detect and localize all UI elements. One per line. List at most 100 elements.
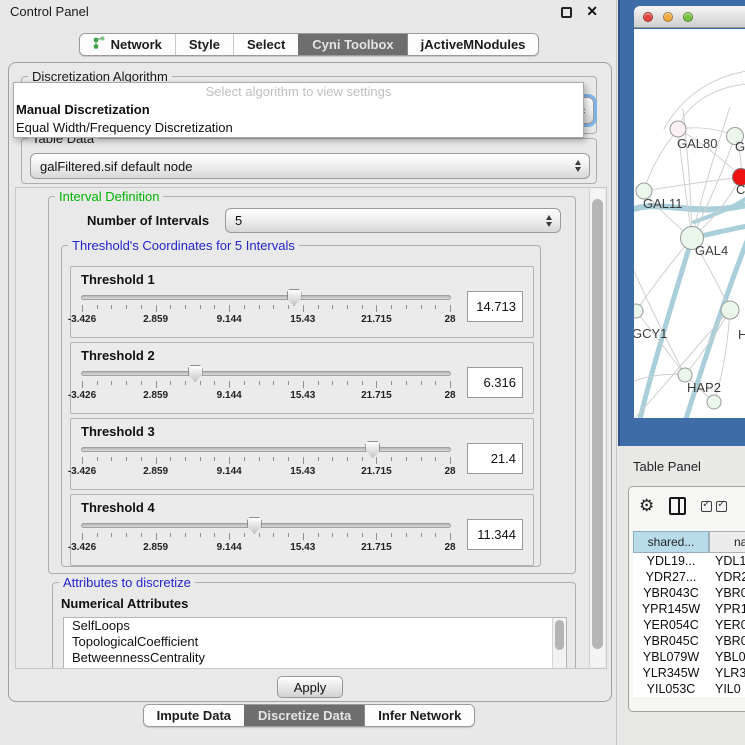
- attribute-item-topologicalcoefficient[interactable]: TopologicalCoefficient: [64, 634, 566, 650]
- table-panel: ⚙ shared...na YDL19...YDL1YDR27...YDR2YB…: [628, 486, 745, 712]
- network-window-titlebar[interactable]: [634, 6, 745, 28]
- network-edge[interactable]: [692, 107, 730, 238]
- network-edge[interactable]: [636, 238, 692, 311]
- node-label-gal4: GAL4: [695, 243, 728, 258]
- tick-label: 9.144: [217, 314, 242, 325]
- network-icon: [93, 36, 106, 53]
- column-header-na[interactable]: na: [709, 531, 745, 553]
- tab-discretize-data[interactable]: Discretize Data: [244, 705, 364, 726]
- number-of-intervals-combobox[interactable]: 5: [225, 208, 561, 233]
- table-row[interactable]: YBL079WYBL0: [633, 649, 745, 665]
- threshold-label: Threshold 3: [81, 424, 533, 439]
- list-scrollbar[interactable]: [552, 618, 566, 669]
- tab-style[interactable]: Style: [175, 34, 233, 55]
- table-row[interactable]: YDL19...YDL1: [633, 553, 745, 569]
- threshold-value-field-4[interactable]: 11.344: [467, 519, 523, 550]
- threshold-slider-2[interactable]: -3.4262.8599.14415.4321.71528: [81, 364, 451, 404]
- table-row[interactable]: YBR045CYBR0: [633, 633, 745, 649]
- tab-label: jActiveMNodules: [421, 37, 526, 52]
- column-header-shared[interactable]: shared...: [633, 531, 709, 553]
- tab-select[interactable]: Select: [233, 34, 298, 55]
- float-icon[interactable]: [561, 7, 572, 18]
- screen: Control Panel ✕ NetworkStyleSelectCyni T…: [0, 0, 745, 745]
- threshold-value-field-3[interactable]: 21.4: [467, 443, 523, 474]
- network-edge[interactable]: [634, 374, 685, 381]
- algorithm-option-equal-width-frequency-discretization[interactable]: Equal Width/Frequency Discretization: [14, 119, 583, 137]
- tick-label: 21.715: [361, 542, 392, 553]
- node-label-hap2: HAP2: [687, 380, 721, 395]
- network-node[interactable]: [721, 301, 739, 319]
- cell-name: YBR0: [709, 633, 745, 649]
- zoom-button[interactable]: [683, 12, 693, 22]
- network-edge[interactable]: [644, 129, 678, 191]
- tab-impute-data[interactable]: Impute Data: [144, 705, 244, 726]
- network-edge[interactable]: [692, 136, 735, 238]
- table-row[interactable]: YDR27...YDR2: [633, 569, 745, 585]
- network-edge[interactable]: [636, 311, 685, 375]
- network-edge[interactable]: [664, 71, 745, 129]
- table-row[interactable]: YIL053CYIL0: [633, 681, 745, 697]
- network-edge[interactable]: [678, 84, 745, 129]
- threshold-slider-3[interactable]: -3.4262.8599.14415.4321.71528: [81, 440, 451, 480]
- minimize-button[interactable]: [663, 12, 673, 22]
- tick-label: 2.859: [143, 390, 168, 401]
- node-label-gal11: GAL11: [643, 196, 683, 211]
- slider-track[interactable]: [81, 447, 451, 452]
- threshold-slider-4[interactable]: -3.4262.8599.14415.4321.71528: [81, 516, 451, 556]
- table-toolbar: ⚙: [639, 494, 727, 518]
- attributes-group: Attributes to discretize Numerical Attri…: [52, 582, 576, 669]
- table-row[interactable]: YPR145WYPR1: [633, 601, 745, 617]
- network-edge[interactable]: [644, 177, 741, 191]
- close-icon[interactable]: ✕: [586, 3, 598, 20]
- popup-hint: Select algorithm to view settings: [14, 83, 583, 101]
- threshold-slider-1[interactable]: -3.4262.8599.14415.4321.71528: [81, 288, 451, 328]
- slider-thumb[interactable]: [365, 441, 380, 458]
- checkbox-icon[interactable]: [716, 501, 727, 512]
- network-node[interactable]: [634, 304, 643, 318]
- vertical-scrollbar-thumb[interactable]: [592, 199, 603, 649]
- threshold-value-field-2[interactable]: 6.316: [467, 367, 523, 398]
- tab-infer-network[interactable]: Infer Network: [364, 705, 474, 726]
- tick-label: 28: [444, 314, 455, 325]
- checkbox-icon[interactable]: [701, 501, 712, 512]
- slider-thumb[interactable]: [287, 289, 302, 306]
- table-row[interactable]: YBR043CYBR0: [633, 585, 745, 601]
- tab-jactivemnodules[interactable]: jActiveMNodules: [407, 34, 539, 55]
- tab-network[interactable]: Network: [80, 34, 175, 55]
- slider-track[interactable]: [81, 523, 451, 528]
- tab-cyni-toolbox[interactable]: Cyni Toolbox: [298, 34, 406, 55]
- table-row[interactable]: YER054CYER0: [633, 617, 745, 633]
- slider-thumb[interactable]: [247, 517, 262, 534]
- list-scrollbar-thumb[interactable]: [555, 620, 564, 650]
- network-node[interactable]: [707, 395, 721, 409]
- table-data-combobox[interactable]: galFiltered.sif default node: [30, 153, 590, 179]
- tick-label: 21.715: [361, 390, 392, 401]
- network-node[interactable]: [670, 121, 686, 137]
- close-button[interactable]: [643, 12, 653, 22]
- columns-icon[interactable]: [669, 497, 686, 515]
- table-data-group: Table Data galFiltered.sif default node: [21, 138, 597, 184]
- network-canvas[interactable]: GAL80GACGAL11GAL4GCY1HHAP2: [634, 29, 745, 418]
- cell-shared-name: YIL053C: [633, 681, 709, 697]
- threshold-panel-4: Threshold 4-3.4262.8599.14415.4321.71528…: [70, 494, 534, 566]
- slider-thumb[interactable]: [188, 365, 203, 382]
- attribute-item-betweennesscentrality[interactable]: BetweennessCentrality: [64, 650, 566, 666]
- slider-track[interactable]: [81, 371, 451, 376]
- attribute-item-selfloops[interactable]: SelfLoops: [64, 618, 566, 634]
- network-window: GAL80GACGAL11GAL4GCY1HHAP2: [618, 0, 745, 446]
- panel-splitter[interactable]: [616, 0, 617, 745]
- threshold-value-field-1[interactable]: 14.713: [467, 291, 523, 322]
- cell-name: YBR0: [709, 585, 745, 601]
- control-panel-titlebar: Control Panel ✕: [0, 0, 618, 24]
- threshold-panel-3: Threshold 3-3.4262.8599.14415.4321.71528…: [70, 418, 534, 490]
- cell-shared-name: YLR345W: [633, 665, 709, 681]
- tick-label: 15.43: [290, 542, 315, 553]
- cell-shared-name: YER054C: [633, 617, 709, 633]
- apply-button[interactable]: Apply: [277, 676, 343, 698]
- slider-track[interactable]: [81, 295, 451, 300]
- gear-icon[interactable]: ⚙: [639, 496, 654, 516]
- vertical-scrollbar[interactable]: [589, 189, 605, 667]
- table-row[interactable]: YLR345WYLR3: [633, 665, 745, 681]
- algorithm-option-manual-discretization[interactable]: Manual Discretization: [14, 101, 583, 119]
- threshold-panel-2: Threshold 2-3.4262.8599.14415.4321.71528…: [70, 342, 534, 414]
